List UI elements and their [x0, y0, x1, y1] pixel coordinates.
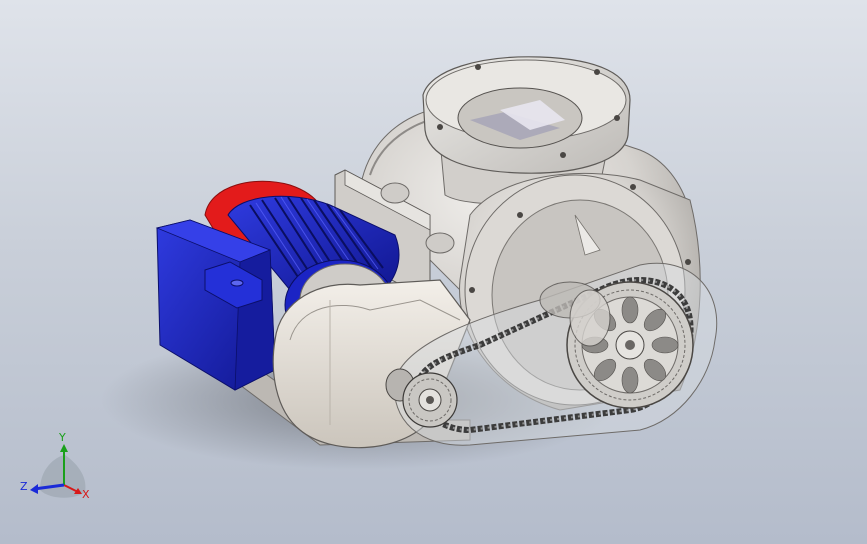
- triad-y-label: Y: [58, 431, 66, 444]
- triad-x-label: X: [82, 488, 90, 501]
- triad-z-label: Z: [20, 480, 28, 493]
- rotary-valve-assembly-model[interactable]: X Y Z: [0, 0, 867, 544]
- coordinate-triad[interactable]: X Y Z: [20, 431, 90, 501]
- cad-graphics-viewport[interactable]: X Y Z: [0, 0, 867, 544]
